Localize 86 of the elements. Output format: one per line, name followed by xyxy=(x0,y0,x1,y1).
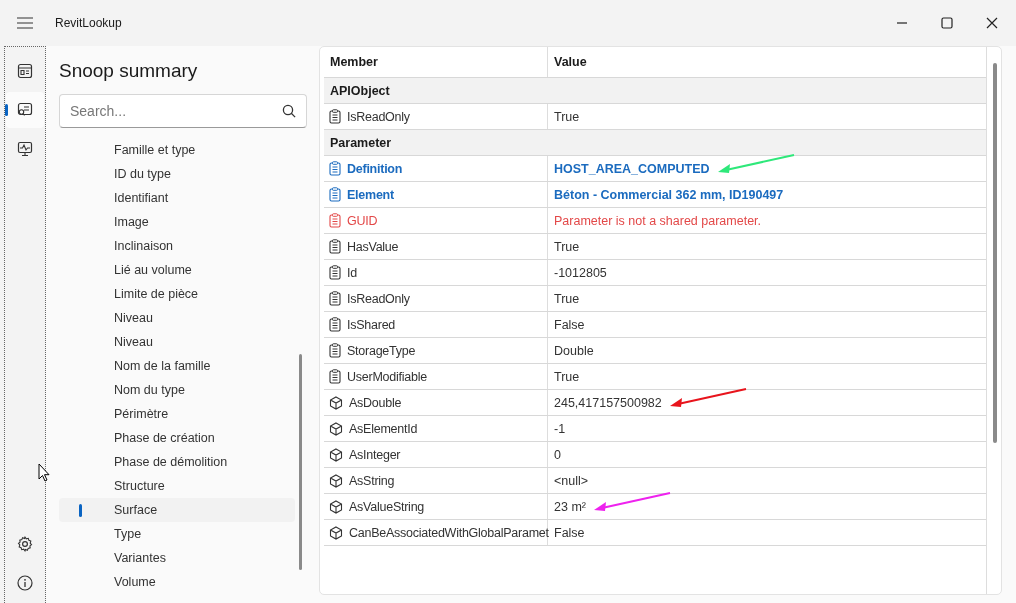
tree-item[interactable]: Phase de démolition xyxy=(59,450,295,474)
scrollbar-thumb[interactable] xyxy=(993,63,997,443)
value-cell[interactable]: True xyxy=(554,291,580,306)
member-cell[interactable]: AsValueString xyxy=(324,494,548,519)
tree-item[interactable]: Image xyxy=(59,210,295,234)
maximize-icon[interactable] xyxy=(941,17,953,29)
cube-icon xyxy=(329,499,343,514)
window-title: RevitLookup xyxy=(55,16,122,30)
value-cell[interactable]: <null> xyxy=(554,473,589,488)
clipboard-icon xyxy=(329,161,341,176)
group-header[interactable]: Parameter xyxy=(324,130,986,156)
clipboard-icon xyxy=(329,291,341,306)
value-cell[interactable]: Béton - Commercial 362 mm, ID190497 xyxy=(554,187,784,202)
search-field[interactable]: Search... xyxy=(59,94,307,128)
tree-item[interactable]: Niveau xyxy=(59,330,295,354)
member-cell[interactable]: Id xyxy=(324,260,548,285)
value-cell[interactable]: True xyxy=(554,369,580,384)
cube-icon xyxy=(329,395,343,410)
tree-item[interactable]: Périmètre xyxy=(59,402,295,426)
column-header[interactable]: Value xyxy=(548,47,986,77)
clipboard-icon xyxy=(329,187,341,202)
member-cell[interactable]: AsInteger xyxy=(324,442,548,467)
tree-item[interactable]: ID du type xyxy=(59,162,295,186)
clipboard-icon xyxy=(329,343,341,358)
member-cell[interactable]: CanBeAssociatedWithGlobalParamet xyxy=(324,520,548,545)
value-cell[interactable]: 23 m² xyxy=(554,499,586,514)
member-cell[interactable]: IsShared xyxy=(324,312,548,337)
group-header[interactable]: APIObject xyxy=(324,78,986,104)
settings-icon[interactable] xyxy=(17,536,33,552)
value-cell[interactable]: 245,417157500982 xyxy=(554,395,662,410)
member-cell[interactable]: HasValue xyxy=(324,234,548,259)
cube-icon xyxy=(329,421,343,436)
menu-icon[interactable] xyxy=(17,17,33,29)
value-cell[interactable]: Double xyxy=(554,343,594,358)
cube-icon xyxy=(329,525,343,540)
value-cell[interactable]: True xyxy=(554,109,580,124)
member-cell[interactable]: IsReadOnly xyxy=(324,286,548,311)
tree-item[interactable]: Inclinaison xyxy=(59,234,295,258)
member-cell[interactable]: Definition xyxy=(324,156,548,181)
clipboard-icon xyxy=(329,369,341,384)
tree-item[interactable]: Type xyxy=(59,522,295,546)
member-cell[interactable]: AsString xyxy=(324,468,548,493)
info-icon[interactable] xyxy=(17,575,33,591)
value-cell[interactable]: HOST_AREA_COMPUTED xyxy=(554,161,710,176)
clipboard-icon xyxy=(329,317,341,332)
list-search-icon xyxy=(17,102,33,118)
member-cell[interactable]: Element xyxy=(324,182,548,207)
member-cell[interactable]: StorageType xyxy=(324,338,548,363)
value-cell[interactable]: False xyxy=(554,525,585,540)
value-cell[interactable]: False xyxy=(554,317,585,332)
value-cell[interactable]: -1012805 xyxy=(554,265,607,280)
value-cell[interactable]: Parameter is not a shared parameter. xyxy=(554,213,762,228)
member-cell[interactable]: AsElementId xyxy=(324,416,548,441)
value-cell[interactable]: 0 xyxy=(554,447,561,462)
member-cell[interactable]: IsReadOnly xyxy=(324,104,548,129)
tree-item[interactable]: Structure xyxy=(59,474,295,498)
tree-item[interactable]: Identifiant xyxy=(59,186,295,210)
tree-item[interactable]: Variantes xyxy=(59,546,295,570)
clipboard-icon xyxy=(329,213,341,228)
window-icon xyxy=(17,63,33,79)
tree-item[interactable]: Surface xyxy=(59,498,295,522)
value-cell[interactable]: True xyxy=(554,239,580,254)
monitor-pulse-icon xyxy=(17,141,33,157)
scrollbar-thumb[interactable] xyxy=(299,354,302,570)
column-header[interactable]: Member xyxy=(324,47,548,77)
tree-item[interactable]: Volume xyxy=(59,570,295,594)
tree-item[interactable]: Famille et type xyxy=(59,138,295,162)
tree-item[interactable]: Nom du type xyxy=(59,378,295,402)
search-icon xyxy=(282,104,296,118)
cube-icon xyxy=(329,447,343,462)
tree-item[interactable]: Limite de pièce xyxy=(59,282,295,306)
value-cell[interactable]: -1 xyxy=(554,421,566,436)
cube-icon xyxy=(329,473,343,488)
clipboard-icon xyxy=(329,109,341,124)
tree-item[interactable]: Nom de la famille xyxy=(59,354,295,378)
tree-item[interactable]: Phase de création xyxy=(59,426,295,450)
member-cell[interactable]: UserModifiable xyxy=(324,364,548,389)
nav-item[interactable] xyxy=(6,92,44,128)
member-cell[interactable]: GUID xyxy=(324,208,548,233)
tree-item[interactable]: Niveau xyxy=(59,306,295,330)
page-title: Snoop summary xyxy=(59,60,199,82)
close-icon[interactable] xyxy=(986,17,998,29)
member-cell[interactable]: AsDouble xyxy=(324,390,548,415)
clipboard-icon xyxy=(329,265,341,280)
tree-item[interactable]: Lié au volume xyxy=(59,258,295,282)
clipboard-icon xyxy=(329,239,341,254)
